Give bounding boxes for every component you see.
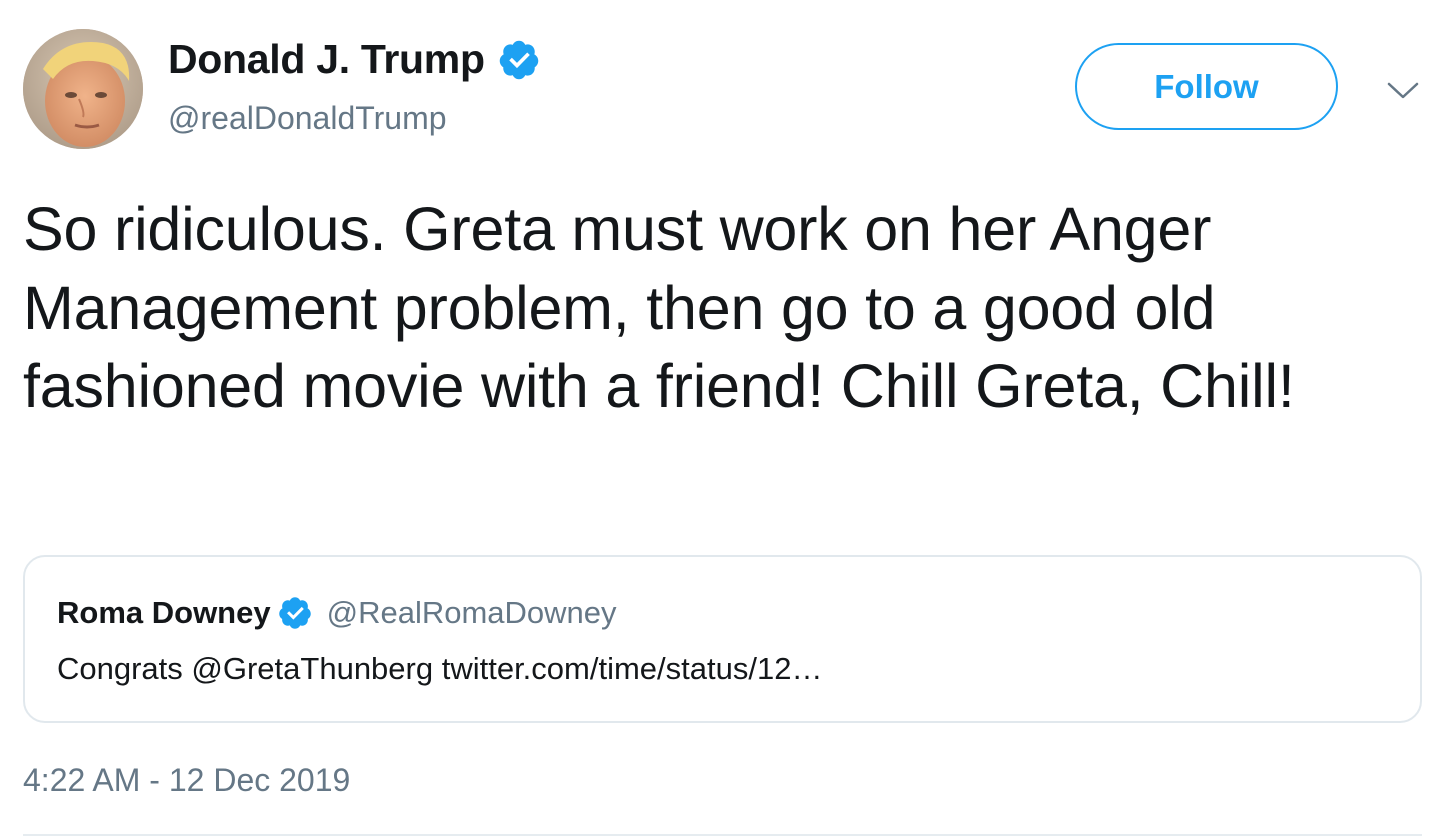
tweet-text: So ridiculous. Greta must work on her An…: [23, 195, 1295, 420]
author-handle[interactable]: @realDonaldTrump: [168, 100, 447, 137]
verified-badge-icon: [497, 38, 541, 82]
quoted-author-name: Roma Downey: [57, 595, 271, 630]
avatar-photo: [23, 29, 143, 149]
author-display-name[interactable]: Donald J. Trump: [168, 36, 485, 83]
quoted-author-handle: @RealRomaDowney: [326, 595, 617, 630]
quoted-tweet-header: Roma Downey @RealRomaDowney: [57, 595, 617, 631]
tweet-timestamp[interactable]: 4:22 AM - 12 Dec 2019: [23, 762, 350, 799]
divider: [23, 834, 1422, 836]
quoted-tweet-text: Congrats @GretaThunberg twitter.com/time…: [57, 651, 823, 686]
author-name-row: Donald J. Trump: [168, 36, 541, 83]
chevron-down-icon[interactable]: [1385, 78, 1421, 102]
avatar[interactable]: [23, 29, 143, 149]
verified-badge-icon: [277, 595, 313, 631]
quoted-tweet-card[interactable]: Roma Downey @RealRomaDowney Congrats @Gr…: [23, 555, 1422, 723]
follow-button[interactable]: Follow: [1075, 43, 1338, 130]
